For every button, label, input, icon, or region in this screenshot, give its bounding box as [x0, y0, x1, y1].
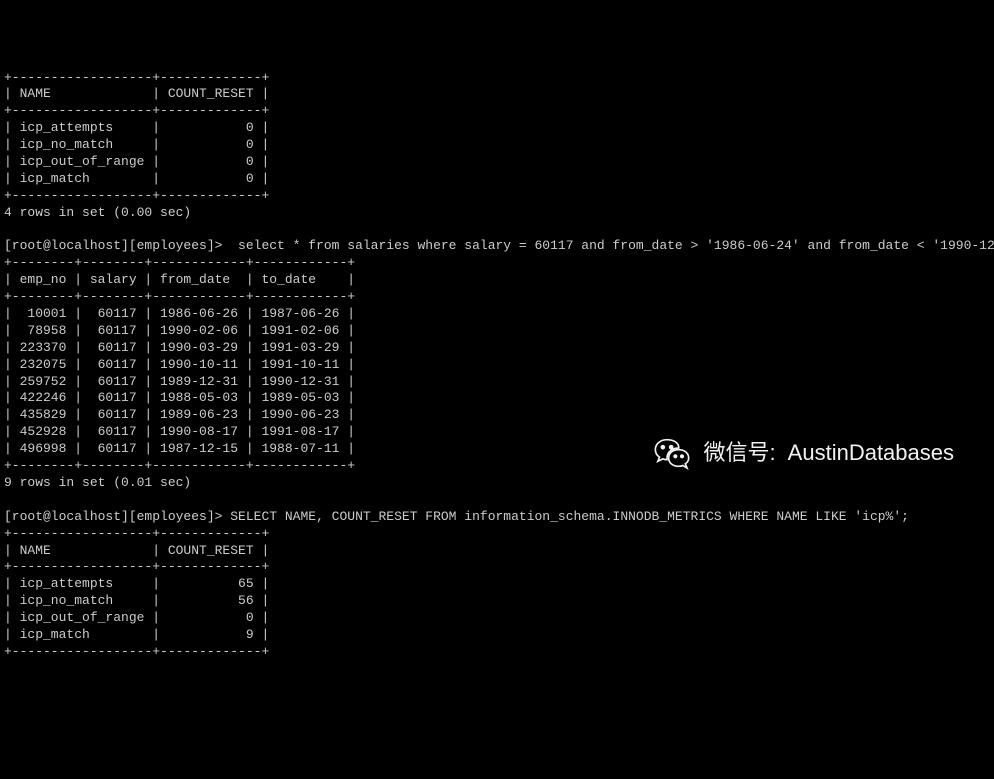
table2-border-top: +--------+--------+------------+--------…: [4, 255, 355, 270]
table1-row: | icp_attempts | 0 |: [4, 120, 269, 135]
table1-row: | icp_out_of_range | 0 |: [4, 154, 269, 169]
table2-row: | 78958 | 60117 | 1990-02-06 | 1991-02-0…: [4, 323, 355, 338]
table3-row: | icp_attempts | 65 |: [4, 576, 269, 591]
table3-row: | icp_match | 9 |: [4, 627, 269, 642]
table3-border-top: +------------------+-------------+: [4, 526, 269, 541]
table1-border-top: +------------------+-------------+: [4, 70, 269, 85]
table1-header: | NAME | COUNT_RESET |: [4, 86, 269, 101]
table1-summary: 4 rows in set (0.00 sec): [4, 205, 191, 220]
table1-row: | icp_match | 0 |: [4, 171, 269, 186]
table2-header: | emp_no | salary | from_date | to_date …: [4, 272, 355, 287]
table2-row: | 422246 | 60117 | 1988-05-03 | 1989-05-…: [4, 390, 355, 405]
table1-border-mid: +------------------+-------------+: [4, 103, 269, 118]
terminal-output[interactable]: +------------------+-------------+ | NAM…: [4, 70, 990, 661]
table2-row: | 10001 | 60117 | 1986-06-26 | 1987-06-2…: [4, 306, 355, 321]
table2-row: | 496998 | 60117 | 1987-12-15 | 1988-07-…: [4, 441, 355, 456]
table3-row: | icp_no_match | 56 |: [4, 593, 269, 608]
sql-query: SELECT NAME, COUNT_RESET FROM informatio…: [230, 509, 909, 524]
table3-border-mid: +------------------+-------------+: [4, 559, 269, 574]
table2-border-mid: +--------+--------+------------+--------…: [4, 289, 355, 304]
prompt-line[interactable]: [root@localhost][employees]> select * fr…: [4, 238, 994, 253]
table2-summary: 9 rows in set (0.01 sec): [4, 475, 191, 490]
table2-row: | 452928 | 60117 | 1990-08-17 | 1991-08-…: [4, 424, 355, 439]
table1-row: | icp_no_match | 0 |: [4, 137, 269, 152]
table2-row: | 223370 | 60117 | 1990-03-29 | 1991-03-…: [4, 340, 355, 355]
prompt-prefix: [root@localhost][employees]>: [4, 238, 238, 253]
table3-header: | NAME | COUNT_RESET |: [4, 543, 269, 558]
table2-row: | 259752 | 60117 | 1989-12-31 | 1990-12-…: [4, 374, 355, 389]
table2-row: | 232075 | 60117 | 1990-10-11 | 1991-10-…: [4, 357, 355, 372]
sql-query: select * from salaries where salary = 60…: [238, 238, 994, 253]
table2-border-bot: +--------+--------+------------+--------…: [4, 458, 355, 473]
prompt-prefix: [root@localhost][employees]>: [4, 509, 230, 524]
table3-border-bot: +------------------+-------------+: [4, 644, 269, 659]
table2-row: | 435829 | 60117 | 1989-06-23 | 1990-06-…: [4, 407, 355, 422]
table1-border-bot: +------------------+-------------+: [4, 188, 269, 203]
table3-row: | icp_out_of_range | 0 |: [4, 610, 269, 625]
prompt-line[interactable]: [root@localhost][employees]> SELECT NAME…: [4, 509, 909, 524]
